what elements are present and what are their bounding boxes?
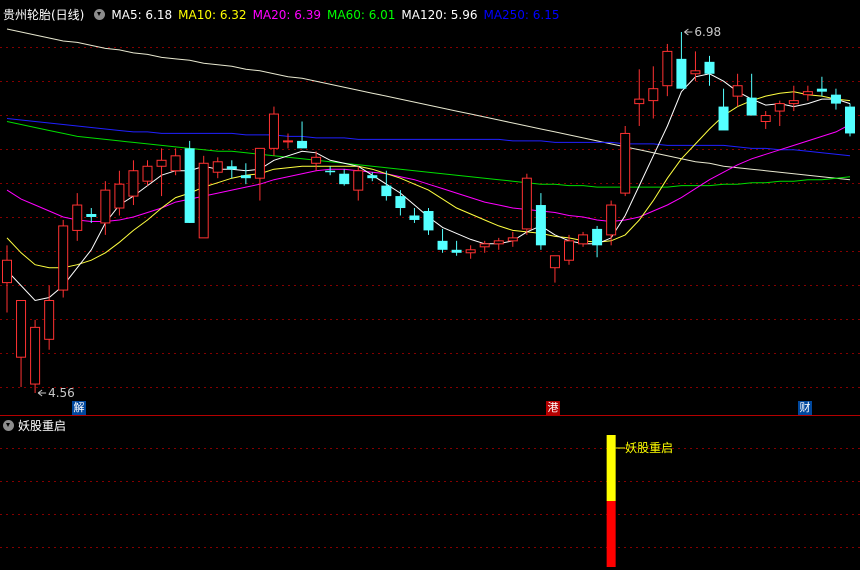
indicator-header: 妖股重启 (3, 417, 66, 434)
candle-body (746, 97, 757, 116)
candle-body (184, 148, 195, 223)
candle-body (44, 300, 55, 340)
candle-body (325, 170, 336, 173)
candle-body (451, 249, 462, 253)
event-tag-finance[interactable]: 财 (798, 401, 812, 415)
event-tag-hk[interactable]: 港 (546, 401, 560, 415)
candle-body (507, 237, 518, 242)
event-tag-unlock[interactable]: 解 (72, 401, 86, 415)
candle-body (437, 240, 448, 250)
candle-body (493, 240, 504, 245)
candle-body (268, 113, 279, 149)
candle-body (549, 255, 560, 269)
candle-body (676, 58, 687, 89)
candle-body (760, 115, 771, 123)
signal-label: 妖股重启 (625, 441, 673, 455)
candle-body (212, 161, 223, 173)
candle-body (634, 98, 645, 105)
candle-body (311, 156, 322, 164)
candle-body (86, 213, 97, 217)
high-price-arrow (684, 28, 693, 36)
candle-body (240, 175, 251, 179)
candle-body (578, 234, 589, 245)
ma60-label: MA60: 6.01 (327, 8, 396, 22)
chart-canvas: 6.98 4.56 妖股重启 (0, 25, 860, 567)
stock-title: 贵州轮胎(日线) (3, 8, 85, 22)
candle-body (845, 106, 855, 134)
candle-body (283, 140, 293, 143)
candle-body (690, 70, 701, 75)
candle-body (198, 162, 209, 239)
dropdown-circle-icon[interactable] (3, 420, 14, 431)
candle-body (648, 88, 659, 102)
candle-body (339, 173, 350, 185)
signal-bar-red (606, 501, 616, 567)
low-price-label: 4.56 (48, 386, 75, 400)
candle-body (732, 85, 743, 97)
candle-body (395, 196, 406, 209)
ma20-label: MA20: 6.39 (252, 8, 321, 22)
candle-body (465, 249, 476, 254)
candle-body (592, 228, 603, 246)
candle-body (718, 106, 729, 131)
candle-body (297, 140, 308, 149)
signal-bar-yellow (606, 435, 616, 501)
candle-body (254, 147, 265, 179)
ma250-label: MA250: 6.15 (483, 8, 560, 22)
low-price-arrow (37, 389, 47, 397)
candle-body (226, 166, 237, 170)
candle-body (16, 300, 27, 358)
candle-body (170, 155, 181, 172)
candle-body (479, 243, 490, 248)
candle-body (788, 100, 799, 105)
candle-body (802, 91, 813, 96)
candle-body (72, 204, 83, 231)
candle-body (830, 94, 841, 104)
candle-body (704, 61, 715, 74)
ma10-label: MA10: 6.32 (178, 8, 247, 22)
candle-body (2, 259, 12, 284)
candle-body (381, 185, 392, 197)
candle-body (142, 165, 153, 182)
indicator-title: 妖股重启 (18, 419, 67, 433)
ma120-label: MA120: 5.96 (401, 8, 478, 22)
candle-body (816, 88, 827, 92)
candle-body (620, 132, 631, 194)
candle-body (367, 175, 378, 179)
dropdown-circle-icon[interactable] (94, 9, 106, 20)
candle-body (409, 215, 420, 220)
candle-body (774, 103, 785, 112)
candle-body (156, 159, 167, 167)
candle-body (353, 170, 364, 191)
candle-body (535, 205, 546, 246)
chart-header: 贵州轮胎(日线) MA5: 6.18 MA10: 6.32 MA20: 6.39 MA6… (0, 6, 566, 22)
candle-body (100, 189, 111, 224)
candle-body (128, 170, 139, 197)
candle-body (564, 240, 574, 261)
candle-body (114, 183, 125, 209)
high-price-label: 6.98 (694, 25, 721, 39)
candle-body (521, 177, 532, 230)
candle-body (58, 225, 69, 291)
ma5-label: MA5: 6.18 (111, 8, 173, 22)
candle-body (662, 50, 673, 87)
candle-body (30, 326, 41, 385)
candle-body (606, 204, 617, 236)
candle-body (423, 211, 434, 231)
